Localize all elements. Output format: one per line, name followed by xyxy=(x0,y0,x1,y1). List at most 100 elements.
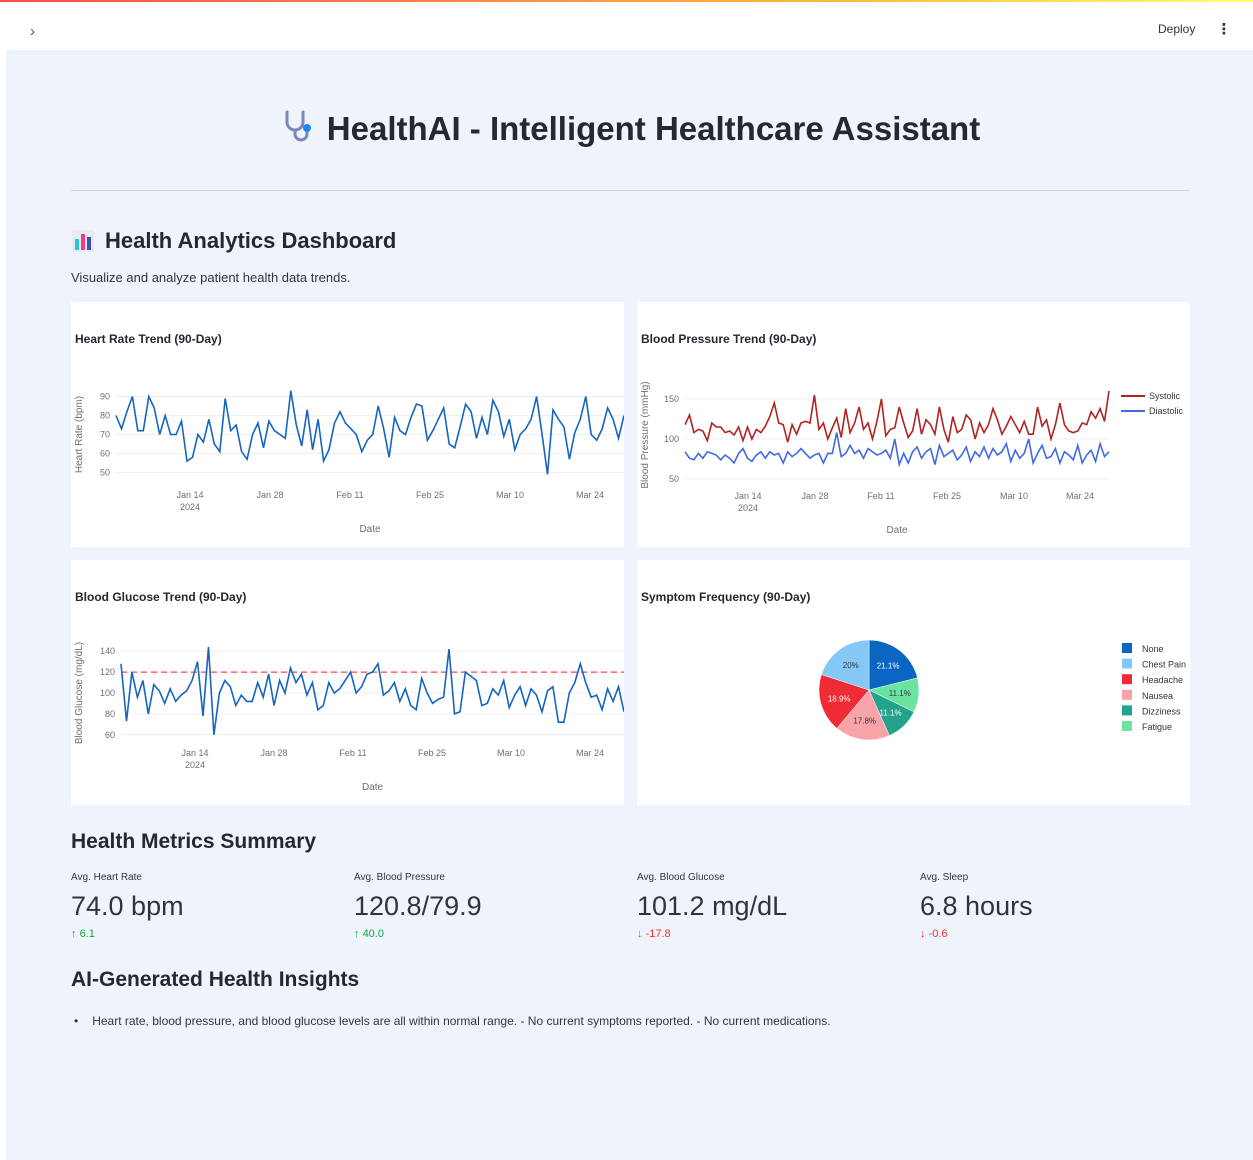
x-tick-label: Feb 25 xyxy=(416,490,444,500)
metric-label: Avg. Blood Pressure xyxy=(354,872,445,883)
symptom-frequency-chart-card[interactable]: Symptom Frequency (90-Day) 21.1% 11.1% 11.… xyxy=(637,560,1190,805)
series-line-0 xyxy=(115,390,624,475)
metric-delta-value: 40.0 xyxy=(362,928,384,940)
x-tick-label: Feb 11 xyxy=(336,490,363,500)
dashboard-heading: Health Analytics Dashboard xyxy=(71,228,396,254)
blood-glucose-chart-card[interactable]: Blood Glucose Trend (90-Day) 60 80 100 120 1… xyxy=(71,560,624,805)
legend-label: Systolic xyxy=(1149,391,1181,401)
metric-delta: ↑ 40.0 xyxy=(354,928,624,940)
x-tick-label: Mar 24 xyxy=(576,490,604,500)
x-tick-year-label: 2024 xyxy=(738,503,758,513)
metric-sleep: Avg. Sleep 6.8 hours ↓ -0.6 xyxy=(920,872,1190,940)
insight-text: Heart rate, blood pressure, and blood gl… xyxy=(92,1014,831,1028)
x-tick-label: Mar 10 xyxy=(497,748,525,758)
bullet-icon: • xyxy=(74,1014,79,1028)
y-tick-label: 140 xyxy=(100,646,115,656)
arrow-up-icon: ↑ xyxy=(71,928,77,940)
insight-list-item: • Heart rate, blood pressure, and blood … xyxy=(74,1014,831,1028)
arrow-down-icon: ↓ xyxy=(920,928,926,940)
y-tick-label: 70 xyxy=(100,430,110,440)
y-tick-label: 100 xyxy=(664,434,679,444)
heart-rate-chart-card[interactable]: Heart Rate Trend (90-Day) 50 60 70 80 90 Jan … xyxy=(71,302,624,547)
page-title-text: HealthAI - Intelligent Healthcare Assist… xyxy=(326,110,981,147)
dashboard-heading-text: Health Analytics Dashboard xyxy=(105,228,397,253)
heart-rate-chart[interactable]: 50 60 70 80 90 Jan 14 Jan 28 Feb 11 Feb 25 Mar 10… xyxy=(71,302,624,547)
deploy-button[interactable]: Deploy xyxy=(1158,22,1195,36)
dashboard-description: Visualize and analyze patient health dat… xyxy=(71,270,351,285)
y-tick-label: 50 xyxy=(100,468,110,478)
pie-slice-label: 21.1% xyxy=(877,662,900,671)
chevron-right-icon: › xyxy=(30,23,35,40)
legend-label: Dizziness xyxy=(1142,706,1181,716)
pie-slice-label: 17.8% xyxy=(853,717,876,726)
x-tick-year-label: 2024 xyxy=(185,760,205,770)
metric-value: 6.8 hours xyxy=(920,891,1033,921)
x-tick-label: Feb 25 xyxy=(418,748,446,758)
pie-slice-label: 18.9% xyxy=(828,695,851,704)
metric-delta: ↑ 6.1 xyxy=(71,928,341,940)
app-header: › Deploy ⋮ xyxy=(0,2,1253,50)
metrics-summary-heading: Health Metrics Summary xyxy=(71,830,317,853)
blood-pressure-chart[interactable]: 50 100 150 Jan 14 Jan 28 Feb 11 Feb 25 Mar 10 Ma… xyxy=(637,302,1190,547)
stethoscope-icon xyxy=(285,110,311,142)
metric-value: 74.0 bpm xyxy=(71,891,184,921)
blood-pressure-chart-card[interactable]: Blood Pressure Trend (90-Day) 50 100 150 Ja… xyxy=(637,302,1190,547)
pie-slice-label: 11.1% xyxy=(889,689,911,698)
y-tick-label: 120 xyxy=(100,667,115,677)
pie-slice-label: 20% xyxy=(843,661,859,670)
metric-heart-rate: Avg. Heart Rate 74.0 bpm ↑ 6.1 xyxy=(71,872,341,940)
legend-swatch xyxy=(1122,705,1132,716)
legend-label: Chest Pain xyxy=(1142,660,1186,670)
blood-glucose-chart[interactable]: 60 80 100 120 140 Jan 14 Jan 28 Feb 11 Feb 25 Mar… xyxy=(71,560,624,805)
metric-value: 120.8/79.9 xyxy=(354,891,482,921)
x-axis-title: Date xyxy=(886,525,908,536)
arrow-down-icon: ↓ xyxy=(637,928,643,940)
x-axis-title: Date xyxy=(359,524,381,535)
legend-label: Headache xyxy=(1142,675,1183,685)
legend-swatch xyxy=(1122,721,1132,731)
metric-blood-glucose: Avg. Blood Glucose 101.2 mg/dL ↓ -17.8 xyxy=(637,872,907,940)
insights-heading: AI-Generated Health Insights xyxy=(71,968,360,991)
series-line-diastolic xyxy=(684,432,1110,468)
main-content: HealthAI - Intelligent Healthcare Assist… xyxy=(6,50,1253,1160)
legend-swatch xyxy=(1122,689,1132,700)
y-tick-label: 50 xyxy=(669,474,679,484)
x-tick-label: Jan 28 xyxy=(256,490,283,500)
legend-label: None xyxy=(1142,644,1164,654)
x-axis-title: Date xyxy=(362,782,384,793)
x-tick-label: Jan 14 xyxy=(181,748,208,758)
metric-value: 101.2 mg/dL xyxy=(637,891,788,921)
x-tick-label: Mar 10 xyxy=(496,490,524,500)
metric-delta: ↓ -0.6 xyxy=(920,928,1190,940)
x-tick-label: Mar 24 xyxy=(1066,491,1094,501)
sidebar-toggle-button[interactable]: › xyxy=(30,22,50,42)
x-tick-label: Jan 14 xyxy=(176,490,203,500)
metric-label: Avg. Heart Rate xyxy=(71,872,142,883)
y-tick-label: 90 xyxy=(100,392,110,402)
legend-swatch xyxy=(1122,658,1132,669)
x-tick-label: Mar 10 xyxy=(1000,491,1028,501)
x-tick-label: Jan 14 xyxy=(734,491,761,501)
symptom-frequency-chart[interactable]: 21.1% 11.1% 11.1% 17.8% 18.9% 20% None Chest Pa… xyxy=(637,560,1190,805)
y-tick-label: 60 xyxy=(105,730,115,740)
metric-blood-pressure: Avg. Blood Pressure 120.8/79.9 ↑ 40.0 xyxy=(354,872,624,940)
main-menu-button[interactable]: ⋮ xyxy=(1214,20,1234,40)
page-title: HealthAI - Intelligent Healthcare Assist… xyxy=(6,108,1253,148)
kebab-menu-icon: ⋮ xyxy=(1216,21,1232,38)
x-tick-label: Feb 11 xyxy=(339,748,366,758)
x-tick-label: Jan 28 xyxy=(801,491,828,501)
x-tick-label: Feb 11 xyxy=(867,491,894,501)
bar-chart-icon xyxy=(72,230,94,252)
legend-label: Fatigue xyxy=(1142,722,1172,732)
metric-label: Avg. Sleep xyxy=(920,872,969,883)
pie-slice-label: 11.1% xyxy=(880,708,902,717)
metric-label: Avg. Blood Glucose xyxy=(637,872,725,883)
y-axis-title: Blood Pressure (mmHg) xyxy=(640,381,651,488)
x-tick-label: Jan 28 xyxy=(260,748,287,758)
series-line-0 xyxy=(120,646,624,735)
y-axis-title: Heart Rate (bpm) xyxy=(74,396,85,473)
metric-delta: ↓ -17.8 xyxy=(637,928,907,940)
y-tick-label: 60 xyxy=(100,449,110,459)
legend-label: Diastolic xyxy=(1149,406,1184,416)
title-divider xyxy=(71,190,1190,191)
